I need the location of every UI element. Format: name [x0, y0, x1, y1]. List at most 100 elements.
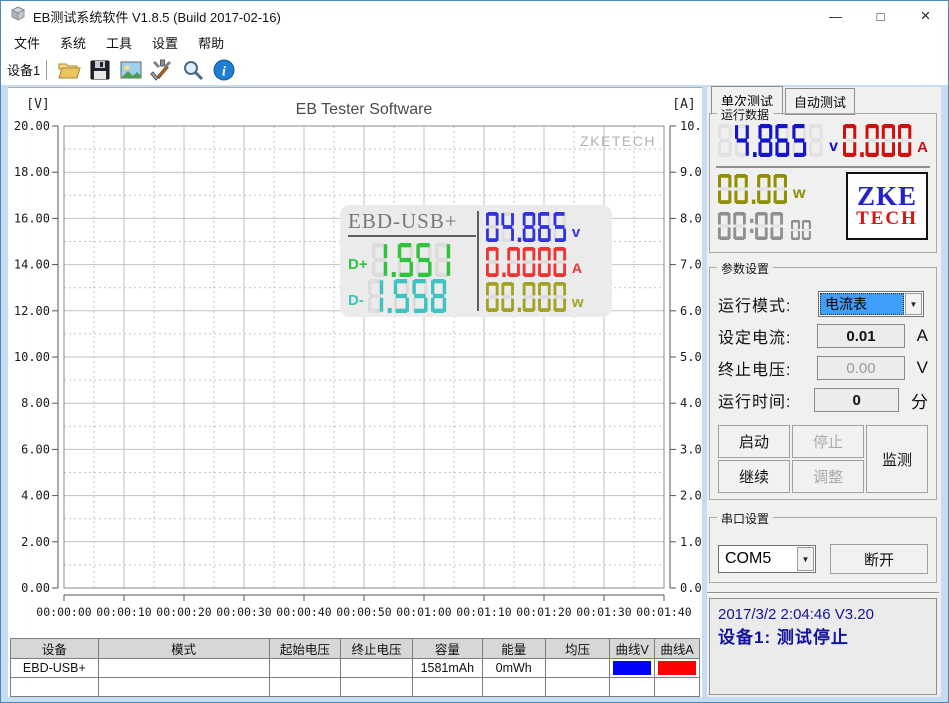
zoom-icon[interactable] — [179, 56, 206, 83]
image-export-icon[interactable] — [117, 56, 144, 83]
cell-start-voltage — [269, 659, 341, 678]
run-voltage-unit: v — [829, 138, 838, 156]
svg-text:00:01:40: 00:01:40 — [636, 605, 691, 619]
run-current-unit: A — [917, 139, 928, 156]
status-message: 设备1: 测试停止 — [718, 626, 928, 650]
voltage-ghost-digit — [718, 124, 735, 157]
menu-system[interactable]: 系统 — [50, 31, 96, 54]
run-power-unit: w — [793, 185, 805, 203]
params-group-label: 参数设置 — [717, 260, 773, 277]
svg-text:ZKETECH: ZKETECH — [580, 133, 656, 149]
toolbar: 设备1 i — [1, 54, 948, 85]
cell-curve-a-color[interactable] — [655, 659, 700, 678]
run-mode-value: 电流表 — [820, 293, 904, 315]
col-curve-a: 曲线A — [655, 639, 700, 659]
status-timestamp: 2017/3/2 2:04:46 V3.20 — [718, 604, 928, 626]
dplus-label: D+ — [348, 256, 368, 273]
adjust-button[interactable]: 调整 — [792, 460, 864, 493]
status-box: 2017/3/2 2:04:46 V3.20 设备1: 测试停止 — [709, 598, 937, 695]
minimize-button[interactable]: — — [813, 1, 858, 31]
col-capacity: 容量 — [412, 639, 482, 659]
svg-text:EB Tester Software: EB Tester Software — [296, 101, 433, 118]
save-icon[interactable] — [86, 56, 113, 83]
info-icon[interactable]: i — [210, 56, 237, 83]
cell-curve-v-color[interactable] — [610, 659, 655, 678]
overlay-power-lcd — [486, 282, 569, 312]
cell-mode — [98, 659, 269, 678]
chevron-down-icon[interactable]: ▼ — [905, 293, 922, 315]
set-current-input[interactable]: 0.01 — [817, 324, 904, 348]
svg-text:5.00: 5.00 — [680, 350, 702, 364]
chart-area: 20.0018.0016.0014.0012.0010.008.006.004.… — [8, 88, 702, 624]
cutoff-voltage-label: 终止电压: — [718, 356, 817, 380]
table-row: EBD-USB+ 1581mAh 0mWh — [11, 659, 700, 678]
run-data-group: 运行数据 v A w — [709, 113, 937, 253]
svg-text:00:01:20: 00:01:20 — [516, 605, 571, 619]
svg-text:7.00: 7.00 — [680, 258, 702, 272]
svg-text:00:00:30: 00:00:30 — [216, 605, 271, 619]
svg-text:00:00:50: 00:00:50 — [336, 605, 391, 619]
app-icon — [10, 6, 26, 27]
disconnect-button[interactable]: 断开 — [830, 544, 928, 574]
action-buttons: 启动 停止 监测 继续 调整 — [718, 425, 928, 493]
maximize-button[interactable]: □ — [858, 1, 903, 31]
overlay-power-unit: w — [572, 294, 584, 311]
window-title: EB测试系统软件 V1.8.5 (Build 2017-02-16) — [33, 7, 281, 26]
stop-button[interactable]: 停止 — [792, 425, 864, 458]
chart-panel: 20.0018.0016.0014.0012.0010.008.006.004.… — [8, 87, 702, 697]
run-time-input[interactable]: 0 — [814, 388, 899, 412]
menu-file[interactable]: 文件 — [4, 31, 50, 54]
lcd-overlay: EBD-USB+ D+ D- v — [340, 205, 612, 317]
voltage-ghost-digit2 — [809, 124, 826, 157]
svg-text:00:00:10: 00:00:10 — [96, 605, 151, 619]
overlay-voltage-unit: v — [572, 224, 580, 241]
svg-text:6.00: 6.00 — [21, 442, 50, 456]
tools-icon[interactable] — [148, 56, 175, 83]
run-mode-label: 运行模式: — [718, 292, 818, 316]
menu-tools[interactable]: 工具 — [96, 31, 142, 54]
cell-capacity: 1581mAh — [412, 659, 482, 678]
run-data-group-label: 运行数据 — [717, 106, 773, 123]
svg-text:4.00: 4.00 — [21, 489, 50, 503]
run-mode-select[interactable]: 电流表 ▼ — [818, 291, 924, 317]
continue-button[interactable]: 继续 — [718, 460, 790, 493]
chart-plot: 20.0018.0016.0014.0012.0010.008.006.004.… — [8, 88, 702, 624]
svg-text:20.00: 20.00 — [14, 119, 50, 133]
close-button[interactable]: × — [903, 1, 948, 31]
com-port-select[interactable]: COM5 ▼ — [718, 545, 816, 573]
svg-text:[V]: [V] — [26, 97, 49, 112]
device-tab-label[interactable]: 设备1 — [7, 60, 40, 79]
cell-avg-voltage — [545, 659, 610, 678]
col-energy: 能量 — [482, 639, 545, 659]
svg-text:6.00: 6.00 — [680, 304, 702, 318]
cell-device: EBD-USB+ — [11, 659, 99, 678]
menu-settings[interactable]: 设置 — [142, 31, 188, 54]
cell-end-voltage — [341, 659, 413, 678]
svg-text:00:00:40: 00:00:40 — [276, 605, 331, 619]
svg-text:0.00: 0.00 — [21, 581, 50, 595]
svg-text:8.00: 8.00 — [680, 211, 702, 225]
svg-text:1.00: 1.00 — [680, 535, 702, 549]
monitor-button[interactable]: 监测 — [866, 425, 928, 493]
run-time-unit: 分 — [911, 388, 928, 413]
cutoff-voltage-input[interactable]: 0.00 — [817, 356, 904, 380]
client-area: 20.0018.0016.0014.0012.0010.008.006.004.… — [1, 85, 948, 703]
table-row-empty — [11, 678, 700, 697]
open-file-icon[interactable] — [55, 56, 82, 83]
svg-text:00:01:30: 00:01:30 — [576, 605, 631, 619]
dplus-value-lcd — [372, 243, 454, 277]
cutoff-voltage-unit: V — [917, 358, 928, 378]
menu-help[interactable]: 帮助 — [188, 31, 234, 54]
svg-text:4.00: 4.00 — [680, 396, 702, 410]
svg-text:18.00: 18.00 — [14, 165, 50, 179]
svg-text:00:01:00: 00:01:00 — [396, 605, 451, 619]
menu-bar: 文件 系统 工具 设置 帮助 — [1, 31, 948, 54]
run-data-divider — [716, 166, 930, 168]
overlay-divider — [477, 211, 479, 311]
col-device: 设备 — [11, 639, 99, 659]
col-avg-voltage: 均压 — [545, 639, 610, 659]
start-button[interactable]: 启动 — [718, 425, 790, 458]
svg-text:00:00:00: 00:00:00 — [36, 605, 91, 619]
chevron-down-icon[interactable]: ▼ — [797, 547, 814, 571]
tab-auto-test[interactable]: 自动测试 — [785, 88, 855, 115]
